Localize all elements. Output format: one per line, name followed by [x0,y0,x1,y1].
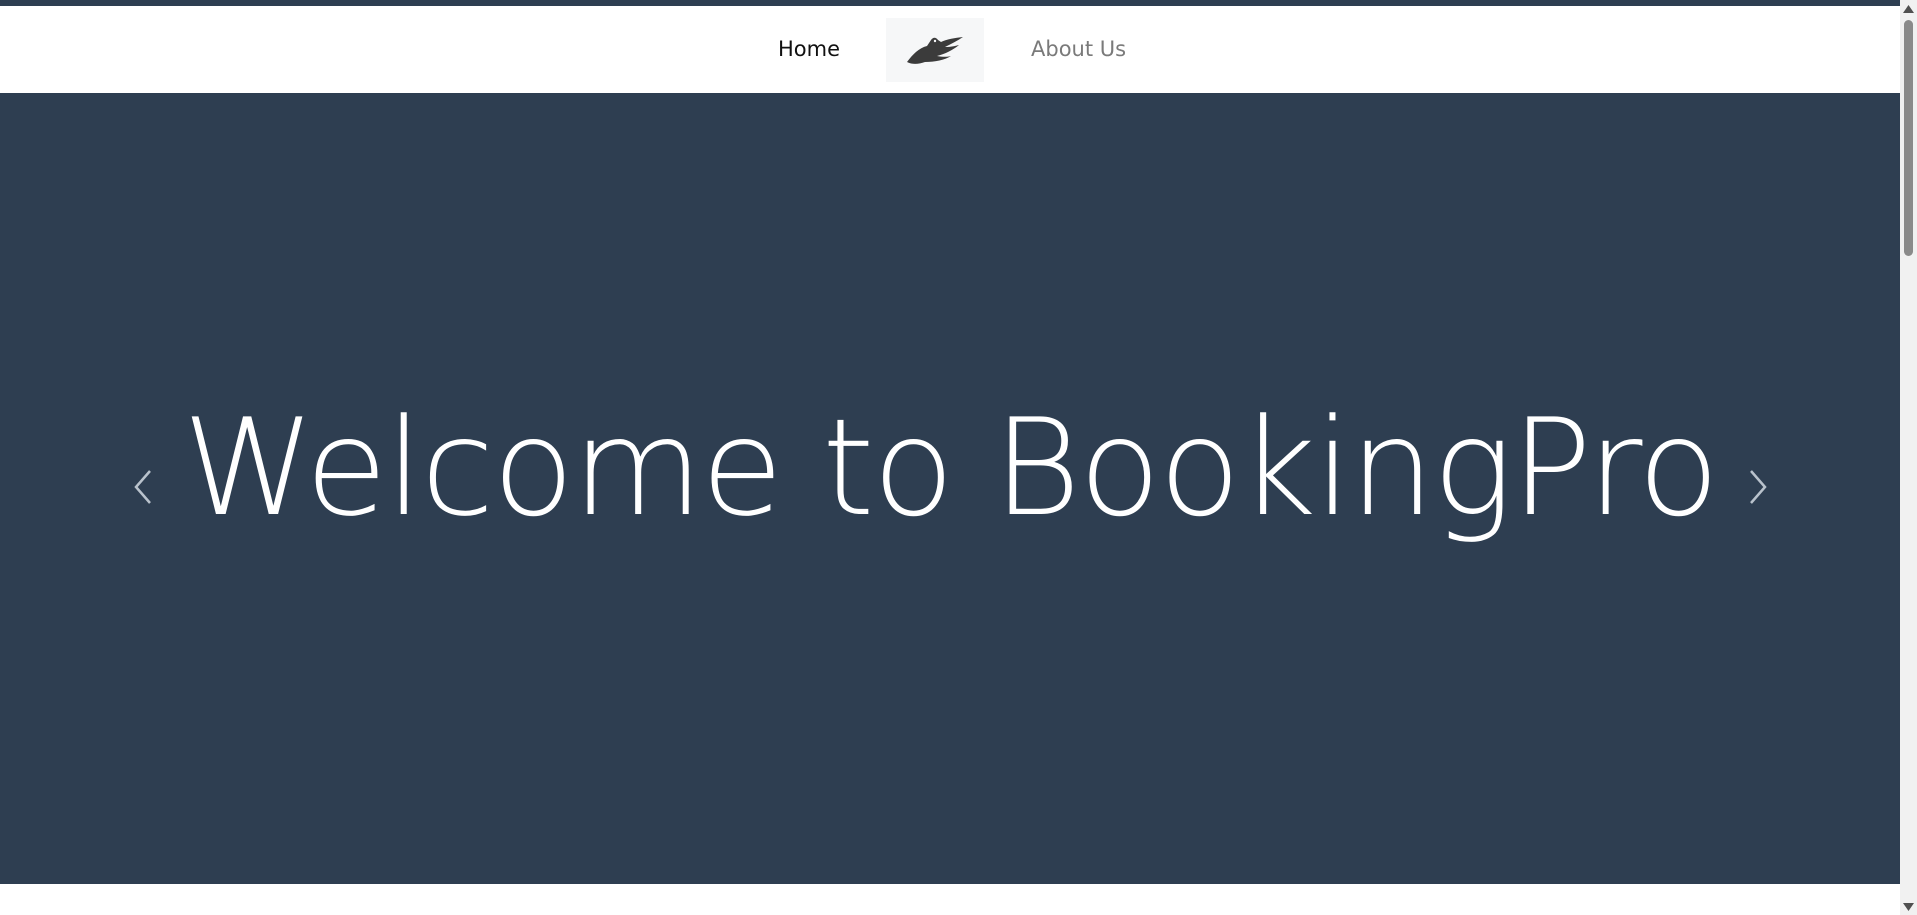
carousel-next-button[interactable] [1743,465,1773,509]
bird-logo-icon [907,37,963,64]
scroll-down-arrow-icon [1903,902,1914,911]
chevron-right-icon [1750,470,1767,504]
scroll-up-arrow-icon [1903,4,1914,13]
hero-title: Welcome to BookingPro [182,390,1719,546]
page: Home About Us Welcome to BookingPro [0,0,1917,915]
nav-about-link[interactable]: About Us [1031,6,1126,93]
hero-carousel: Welcome to BookingPro [0,93,1900,884]
vertical-scrollbar[interactable] [1900,0,1917,915]
nav-home-link[interactable]: Home [778,6,840,93]
nav-logo-link[interactable] [886,18,984,82]
scroll-up-button[interactable] [1900,0,1917,17]
navbar: Home About Us [0,6,1900,93]
scroll-down-button[interactable] [1900,898,1917,915]
scroll-thumb[interactable] [1904,20,1913,256]
